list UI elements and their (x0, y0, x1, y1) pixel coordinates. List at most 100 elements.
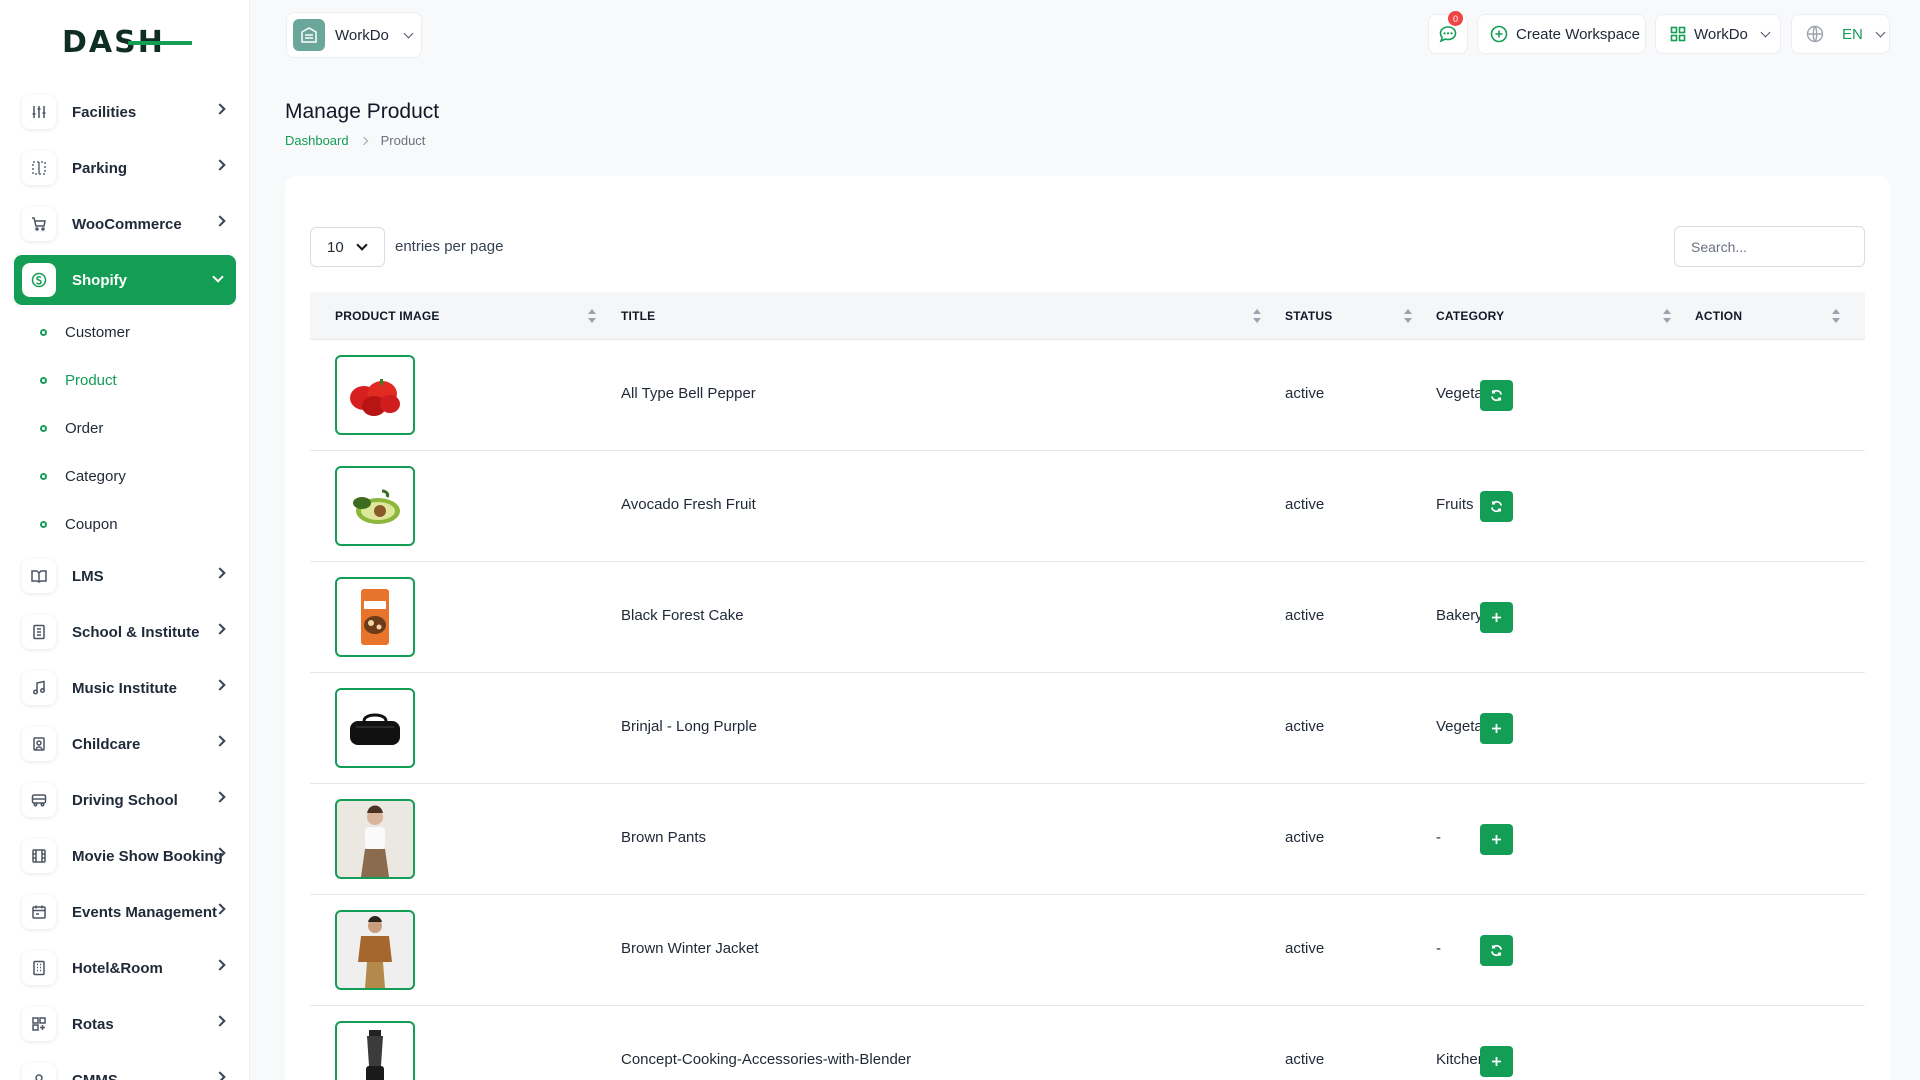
refresh-icon (1491, 944, 1502, 957)
submenu-item-coupon[interactable]: Coupon (40, 500, 250, 548)
table-row: Black Forest Cake active Bakery (310, 562, 1865, 673)
sync-product-button[interactable] (1480, 380, 1513, 411)
sidebar-item-music-institute[interactable]: Music Institute (0, 660, 250, 716)
submenu-label: Order (65, 419, 104, 437)
add-product-button[interactable] (1480, 713, 1513, 744)
product-image[interactable] (335, 1021, 415, 1080)
sidebar-item-woocommerce[interactable]: WooCommerce (0, 196, 250, 252)
table-header: PRODUCT IMAGE TITLE STATUS CATEGORY ACTI… (310, 292, 1865, 340)
avocado-image (353, 489, 400, 524)
product-image[interactable] (335, 910, 415, 990)
product-status: active (1285, 1051, 1325, 1068)
sidebar-item-movie-show-booking[interactable]: Movie Show Booking (0, 828, 250, 884)
chevron-right-icon (214, 959, 226, 971)
submenu-item-category[interactable]: Category (40, 452, 250, 500)
sync-product-button[interactable] (1480, 491, 1513, 522)
column-header-title[interactable]: TITLE (621, 292, 655, 340)
sidebar-item-lms[interactable]: LMS (0, 548, 250, 604)
childcare-icon (22, 727, 56, 761)
plus-icon (1492, 724, 1501, 733)
sidebar-item-cmms[interactable]: CMMS (0, 1052, 250, 1080)
breadcrumb-dashboard-link[interactable]: Dashboard (285, 133, 349, 148)
submenu-label: Category (65, 467, 126, 485)
sidebar-item-hotel-room[interactable]: Hotel&Room (0, 940, 250, 996)
sort-icon[interactable] (1832, 309, 1840, 323)
refresh-icon (1491, 389, 1502, 402)
column-header-status[interactable]: STATUS (1285, 292, 1332, 340)
product-image[interactable] (335, 577, 415, 657)
sidebar-nav: Facilities Parking WooCommerce Shopify C… (0, 84, 250, 1080)
sidebar-item-label: School & Institute (72, 623, 200, 641)
sort-icon[interactable] (1663, 309, 1671, 323)
chevron-down-icon (1760, 27, 1771, 37)
chevron-down-icon (1875, 27, 1886, 37)
create-workspace-button[interactable]: Create Workspace (1477, 14, 1646, 54)
column-header-product-image[interactable]: PRODUCT IMAGE (335, 292, 440, 340)
column-header-category[interactable]: CATEGORY (1436, 292, 1504, 340)
product-category: - (1436, 829, 1441, 846)
add-product-button[interactable] (1480, 602, 1513, 633)
sync-product-button[interactable] (1480, 935, 1513, 966)
sidebar-item-label: Music Institute (72, 679, 178, 697)
bullet-icon (40, 424, 47, 432)
product-category: Bakery (1436, 607, 1483, 624)
sidebar-item-driving-school[interactable]: Driving School (0, 772, 250, 828)
sidebar-item-events-management[interactable]: Events Management (0, 884, 250, 940)
entries-per-page-value: 10 (327, 238, 344, 256)
calendar-icon (22, 895, 56, 929)
chevron-down-icon (403, 28, 414, 38)
product-status: active (1285, 496, 1325, 513)
search-input[interactable] (1674, 226, 1865, 267)
chevron-right-icon (214, 623, 226, 635)
table-row: Brown Pants active - (310, 784, 1865, 895)
product-image[interactable] (335, 799, 415, 879)
breadcrumb: Dashboard Product (285, 133, 425, 148)
chevron-right-icon (214, 215, 226, 227)
submenu-item-customer[interactable]: Customer (40, 308, 250, 356)
refresh-icon (1491, 500, 1502, 513)
sidebar-item-label: LMS (72, 567, 104, 585)
column-header-action[interactable]: ACTION (1695, 292, 1742, 340)
submenu-label: Product (65, 371, 117, 389)
sidebar-item-parking[interactable]: Parking (0, 140, 250, 196)
product-image[interactable] (335, 688, 415, 768)
globe-icon (1806, 25, 1824, 43)
model-jacket-image (358, 916, 392, 988)
dash-logo[interactable]: DASH (62, 24, 192, 58)
sort-icon[interactable] (1253, 309, 1261, 323)
product-status: active (1285, 829, 1325, 846)
sort-icon[interactable] (1404, 309, 1412, 323)
plus-icon (1492, 835, 1501, 844)
user-workspace-dropdown[interactable]: WorkDo (1655, 14, 1781, 54)
sidebar-item-label: Facilities (72, 103, 137, 121)
sidebar-item-rotas[interactable]: Rotas (0, 996, 250, 1052)
submenu-item-order[interactable]: Order (40, 404, 250, 452)
duffel-bag-image (350, 713, 400, 745)
sort-icon[interactable] (588, 309, 596, 323)
product-image[interactable] (335, 355, 415, 435)
sidebar-item-school-institute[interactable]: School & Institute (0, 604, 250, 660)
shopify-icon (22, 263, 56, 297)
chevron-down-icon (356, 239, 368, 251)
product-image[interactable] (335, 466, 415, 546)
sidebar-item-facilities[interactable]: Facilities (0, 84, 250, 140)
workspace-logo-icon (293, 19, 325, 51)
product-status: active (1285, 385, 1325, 402)
sidebar-item-shopify[interactable]: Shopify (14, 255, 236, 305)
entries-per-page-select[interactable]: 10 (310, 227, 385, 267)
chevron-right-icon (214, 159, 226, 171)
submenu-item-product[interactable]: Product (40, 356, 250, 404)
film-icon (22, 839, 56, 873)
add-product-button[interactable] (1480, 824, 1513, 855)
cake-bag-image (361, 589, 389, 645)
product-title: Black Forest Cake (621, 607, 744, 624)
workspace-switcher[interactable]: WorkDo (286, 12, 422, 58)
language-dropdown[interactable]: EN (1791, 14, 1890, 54)
messages-count-badge: 0 (1448, 11, 1463, 26)
bus-icon (22, 783, 56, 817)
messages-button[interactable]: 0 (1428, 11, 1468, 54)
chevron-right-icon (214, 791, 226, 803)
sidebar-item-childcare[interactable]: Childcare (0, 716, 250, 772)
add-product-button[interactable] (1480, 1046, 1513, 1077)
product-status: active (1285, 940, 1325, 957)
